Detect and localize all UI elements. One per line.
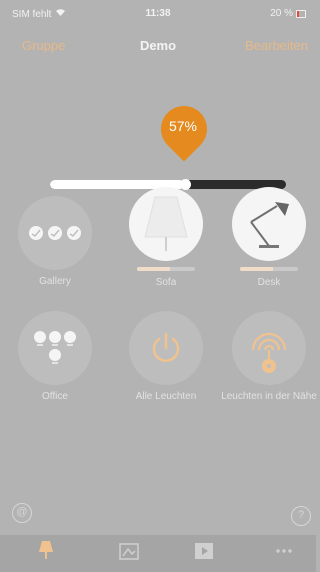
status-time: 11:38 <box>145 8 171 19</box>
navigation-bar: Gruppe Demo Bearbeiten <box>0 34 316 60</box>
tile-nearby-lights[interactable]: Leuchten in der Nähe <box>221 311 317 402</box>
tab-bar <box>0 535 316 572</box>
status-bar: SIM fehlt 11:38 20 % <box>0 0 316 26</box>
tile-office[interactable]: Office <box>7 311 103 402</box>
sofa-lamp-icon <box>129 187 203 261</box>
help-icon[interactable]: ? <box>291 506 311 526</box>
four-bulbs-icon <box>18 311 92 385</box>
desk-level-bar <box>240 267 298 271</box>
edit-button[interactable]: Bearbeiten <box>245 38 308 53</box>
more-tab-icon <box>254 541 314 561</box>
desk-lamp-icon <box>232 187 306 261</box>
tile-gallery[interactable]: Gallery <box>7 196 103 287</box>
battery-icon <box>296 9 306 18</box>
battery-status: 20 % <box>270 8 306 19</box>
power-icon <box>129 311 203 385</box>
tile-label: Alle Leuchten <box>135 391 197 402</box>
tile-label: Office <box>42 391 68 402</box>
lamp-tab-icon <box>16 541 76 561</box>
video-tab-icon <box>174 541 234 561</box>
nearby-signal-icon <box>232 311 306 385</box>
tile-all-lights[interactable]: Alle Leuchten <box>118 311 214 402</box>
scene-tab-icon <box>99 541 159 561</box>
tile-label: Desk <box>257 277 281 288</box>
tab-more[interactable] <box>254 541 314 561</box>
battery-label: 20 % <box>270 8 293 19</box>
brightness-value: 57% <box>168 118 198 134</box>
at-sign-icon[interactable]: @ <box>12 503 32 523</box>
tile-desk[interactable]: Desk <box>221 187 317 288</box>
tile-sofa[interactable]: Sofa <box>118 187 214 288</box>
three-bulbs-icon <box>18 196 92 270</box>
tab-lights[interactable] <box>16 541 76 561</box>
tile-label: Sofa <box>155 277 177 288</box>
sofa-level-bar <box>137 267 195 271</box>
tab-scenes[interactable] <box>99 541 159 561</box>
tile-label: Gallery <box>39 276 71 287</box>
tile-label: Leuchten in der Nähe <box>221 391 317 402</box>
tab-video[interactable] <box>174 541 234 561</box>
